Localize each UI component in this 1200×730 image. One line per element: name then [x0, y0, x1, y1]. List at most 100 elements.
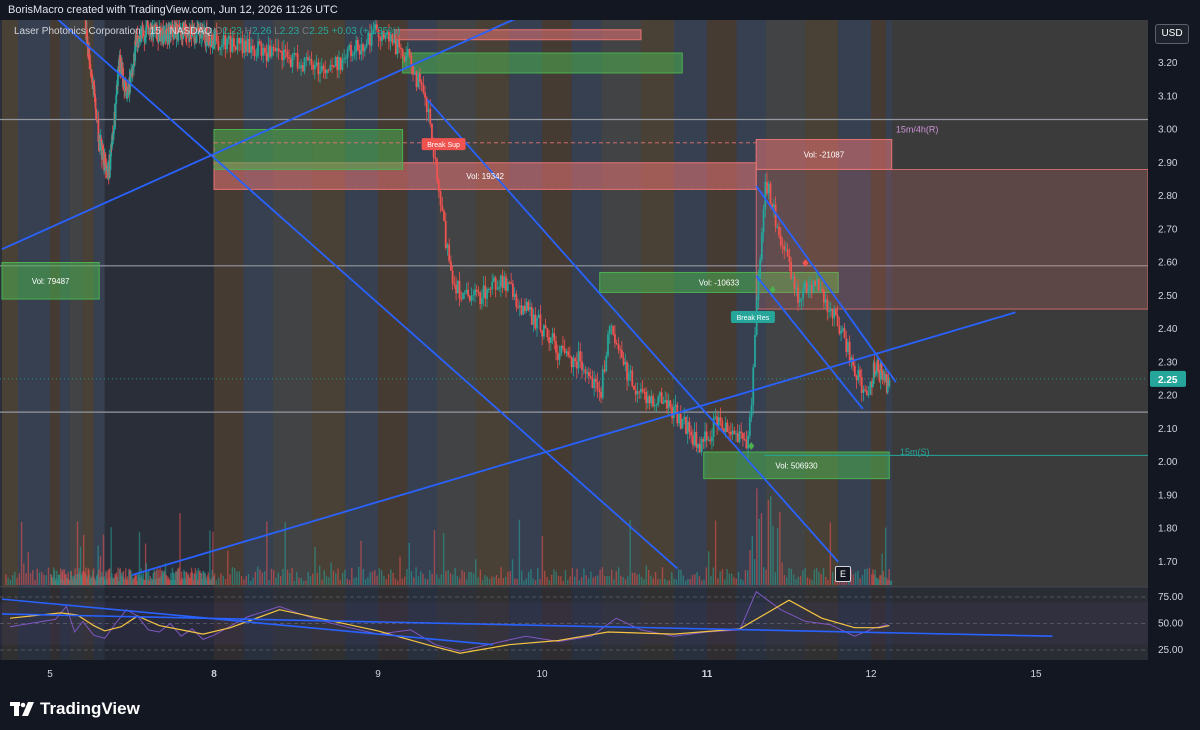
candle-body: [439, 191, 442, 206]
volume-bar: [217, 577, 220, 585]
volume-bar: [344, 569, 346, 585]
volume-bar: [179, 513, 181, 585]
candle-body: [277, 48, 280, 52]
candle-body: [558, 354, 561, 360]
volume-bar: [779, 512, 781, 585]
volume-bar: [316, 572, 319, 585]
candle-body: [867, 394, 870, 396]
candle-body: [778, 226, 780, 236]
candle-body: [229, 35, 232, 52]
candle-body: [600, 391, 602, 398]
volume-bar: [431, 573, 433, 585]
candle-body: [717, 417, 720, 426]
candle-body: [795, 287, 798, 290]
candle-body: [530, 307, 533, 325]
volume-bar: [502, 578, 505, 585]
volume-bar: [275, 577, 277, 585]
volume-bar: [562, 580, 564, 585]
candle-body: [258, 41, 261, 45]
candle-body: [238, 38, 240, 44]
candle-body: [455, 284, 457, 294]
earnings-icon[interactable]: E: [835, 566, 851, 582]
candle-body: [640, 388, 642, 393]
volume-bar: [514, 578, 516, 585]
volume-bar: [684, 580, 687, 585]
candle-body: [608, 326, 611, 335]
candle-body: [641, 388, 644, 392]
candle-body: [270, 47, 273, 57]
session-band: [542, 20, 572, 660]
candle-body: [307, 57, 309, 61]
volume-bar: [277, 572, 280, 585]
candle-body: [785, 249, 787, 251]
candle-body: [326, 69, 328, 74]
volume-bar: [305, 580, 307, 585]
volume-bar: [20, 522, 23, 585]
volume-bar: [652, 578, 654, 585]
volume-bar: [227, 550, 229, 585]
candle-body: [840, 330, 842, 334]
price-tick: 2.70: [1158, 224, 1178, 235]
volume-bar: [447, 570, 449, 585]
candle-body: [429, 108, 432, 124]
candle-body: [460, 298, 463, 300]
volume-bar: [452, 574, 454, 585]
volume-bar: [548, 580, 550, 585]
volume-bar: [813, 569, 815, 585]
candle-body: [493, 277, 495, 282]
chart-canvas[interactable]: Vol: 79487 Vol: 19342 Vol: -10633 Vol: -210…: [0, 0, 1200, 730]
price-tick: 1.80: [1158, 524, 1178, 535]
candle-body: [601, 369, 604, 398]
volume-bar: [576, 568, 578, 585]
volume-bar: [712, 567, 714, 585]
volume-bar: [641, 577, 643, 585]
volume-bar: [38, 572, 41, 585]
volume-bar: [795, 579, 797, 585]
candle-body: [482, 285, 485, 298]
candle-body: [501, 275, 504, 288]
volume-bar: [661, 567, 664, 585]
volume-bar: [309, 575, 312, 585]
volume-bar: [250, 580, 252, 585]
candle-body: [443, 210, 445, 221]
volume-bar: [606, 576, 608, 585]
candle-body: [614, 334, 616, 343]
candle-body: [690, 431, 693, 436]
candle-body: [638, 391, 641, 393]
volume-bar: [753, 559, 756, 585]
volume-bar: [815, 567, 818, 585]
symbol-legend[interactable]: Laser Photonics Corporation · 15 · NASDA…: [14, 26, 400, 37]
zone-box: [402, 52, 683, 74]
volume-bar: [585, 575, 587, 585]
candle-body: [816, 279, 818, 286]
candle-body: [436, 159, 439, 181]
candle-body: [474, 289, 476, 295]
candle-body: [733, 430, 736, 434]
candle-body: [810, 285, 813, 292]
volume-bar: [47, 567, 50, 585]
legend-symbol: Laser Photonics Corporation: [14, 26, 141, 37]
candle-body: [678, 413, 680, 424]
candle-body: [246, 38, 249, 52]
volume-bar: [527, 571, 530, 585]
tradingview-logo[interactable]: TradingView: [10, 699, 140, 719]
session-band: [766, 20, 806, 660]
candle-body: [850, 357, 853, 361]
volume-bar: [546, 576, 548, 585]
candle-body: [659, 392, 661, 397]
volume-bar: [617, 567, 620, 585]
candle-body: [441, 205, 444, 211]
candle-body: [296, 53, 299, 68]
volume-bar: [477, 577, 479, 585]
volume-bar: [737, 571, 740, 585]
candle-body: [406, 49, 409, 55]
level-annotation: 15m(S): [900, 447, 930, 457]
volume-bar: [620, 575, 622, 585]
candle-body: [791, 276, 794, 279]
candle-body: [265, 52, 268, 62]
volume-bar: [374, 570, 376, 585]
volume-bar: [516, 578, 518, 585]
currency-button[interactable]: USD: [1155, 24, 1189, 44]
volume-bar: [224, 579, 227, 585]
volume-bar: [714, 520, 717, 585]
